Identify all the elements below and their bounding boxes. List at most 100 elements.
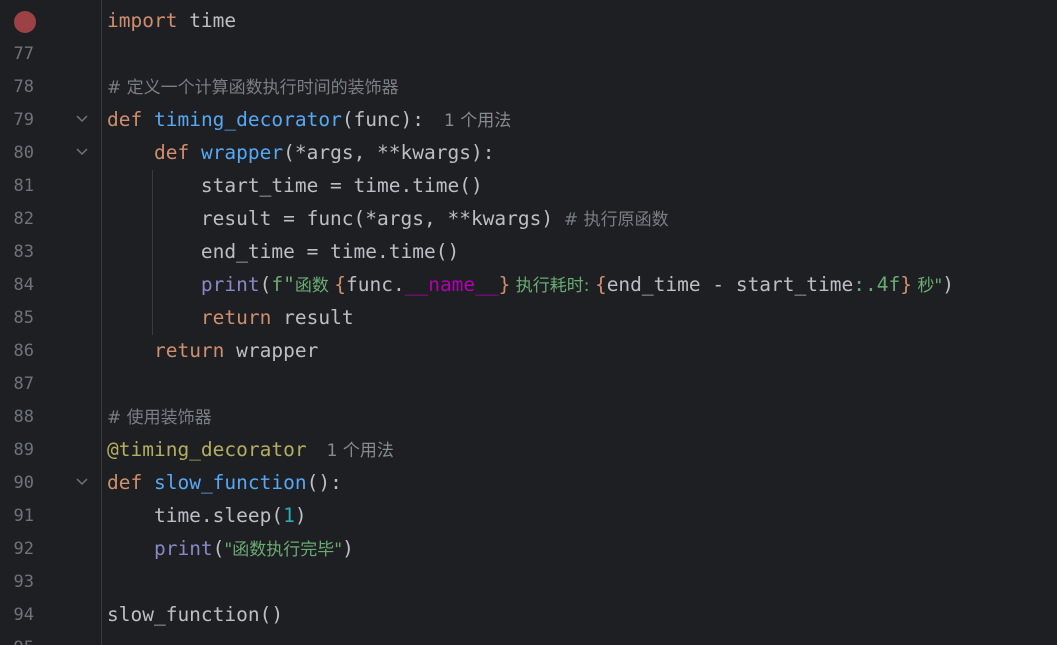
- code-line[interactable]: 77: [0, 38, 1057, 71]
- code-line[interactable]: 79 def timing_decorator(func): 1 个用法: [0, 104, 1057, 137]
- fold-chevron-icon[interactable]: [74, 474, 90, 490]
- code-text: def timing_decorator(func): 1 个用法: [107, 109, 511, 132]
- code-text: import time: [107, 10, 236, 32]
- code-text: end_time = time.time(): [107, 241, 459, 263]
- code-line[interactable]: 87: [0, 368, 1057, 401]
- dunder-name: __name__: [404, 273, 499, 296]
- line-number: 80: [13, 143, 34, 163]
- fold-chevron-icon[interactable]: [74, 111, 90, 127]
- code-text: # 定义一个计算函数执行时间的装饰器: [107, 76, 399, 99]
- keyword: def: [107, 471, 143, 494]
- code-line[interactable]: 91 time.sleep(1): [0, 500, 1057, 533]
- number-literal: 1: [283, 504, 295, 527]
- line-number: 82: [13, 209, 34, 229]
- code-rest: (func):: [341, 108, 425, 131]
- function-name: wrapper: [200, 141, 284, 164]
- line-number: 83: [13, 242, 34, 262]
- line-number: 88: [13, 407, 34, 427]
- code-statement: end_time = time.time(): [107, 240, 460, 263]
- code-statement: start_time = time.time(): [107, 174, 483, 197]
- code-text: slow_function(): [107, 604, 283, 626]
- code-line[interactable]: 78 # 定义一个计算函数执行时间的装饰器: [0, 71, 1057, 104]
- paren: ): [942, 273, 954, 296]
- code-line[interactable]: 92 print("函数执行完毕"): [0, 533, 1057, 566]
- comment: # 定义一个计算函数执行时间的装饰器: [107, 78, 399, 98]
- paren: ): [342, 537, 354, 560]
- line-number: 81: [13, 176, 34, 196]
- code-line[interactable]: 83 end_time = time.time(): [0, 236, 1057, 269]
- code-rest: (*args, **kwargs):: [283, 141, 495, 164]
- line-number: 87: [13, 374, 34, 394]
- code-text: start_time = time.time(): [107, 175, 483, 197]
- comment: # 执行原函数: [553, 210, 669, 230]
- line-number: 85: [13, 308, 34, 328]
- function-name: slow_function: [153, 471, 307, 494]
- code-rest: ():: [306, 471, 342, 494]
- paren: (: [259, 273, 272, 296]
- code-text: time.sleep(1): [107, 505, 307, 527]
- function-name: timing_decorator: [153, 108, 342, 131]
- line-number: 89: [13, 440, 34, 460]
- code-text: def slow_function():: [107, 472, 342, 494]
- code-line[interactable]: 80 def wrapper(*args, **kwargs):: [0, 137, 1057, 170]
- code-editor[interactable]: import time 77 78 # 定义一个计算函数执行时间的装饰器 79 …: [0, 0, 1057, 645]
- line-number: 94: [13, 605, 34, 625]
- code-line[interactable]: 93: [0, 566, 1057, 599]
- code-line[interactable]: import time: [0, 5, 1057, 38]
- string-part: 秒": [911, 276, 943, 296]
- code-text: print("函数执行完毕"): [107, 538, 354, 561]
- line-number: 91: [13, 506, 34, 526]
- fstring-prefix: f": [271, 273, 295, 296]
- code-rest: wrapper: [224, 339, 319, 362]
- code-text: @timing_decorator 1 个用法: [107, 439, 394, 462]
- fstring-brace: {: [594, 273, 607, 296]
- code-line[interactable]: 88 # 使用装饰器: [0, 401, 1057, 434]
- code-text: def wrapper(*args, **kwargs):: [107, 141, 495, 164]
- code-line[interactable]: 85 return result: [0, 302, 1057, 335]
- code-line[interactable]: 84 print(f"函数 {func.__name__} 执行耗时: {end…: [0, 269, 1057, 302]
- code-rest: result: [271, 306, 354, 329]
- usage-hint[interactable]: 1 个用法: [327, 441, 394, 461]
- format-spec: :.4f: [853, 273, 901, 296]
- line-number: 92: [13, 539, 34, 559]
- code-line[interactable]: 95: [0, 632, 1057, 645]
- keyword: return: [200, 306, 272, 329]
- keyword: def: [107, 108, 143, 131]
- code-text: return wrapper: [107, 340, 318, 362]
- code-statement: result = func(*args, **kwargs): [107, 207, 554, 230]
- line-number: 78: [13, 77, 34, 97]
- code-statement: time.sleep(: [107, 504, 284, 527]
- code-line[interactable]: 81 start_time = time.time(): [0, 170, 1057, 203]
- keyword: def: [153, 141, 190, 164]
- string-literal: "函数执行完毕": [224, 540, 343, 560]
- breakpoint-icon[interactable]: [14, 11, 36, 33]
- fold-chevron-icon[interactable]: [74, 144, 90, 160]
- line-number: 79: [13, 110, 34, 130]
- fstring-expr: end_time - start_time: [606, 273, 854, 296]
- code-line[interactable]: 94 slow_function(): [0, 599, 1057, 632]
- line-number: 86: [13, 341, 34, 361]
- string-part: 执行耗时:: [510, 276, 595, 296]
- code-text: # 使用装饰器: [107, 406, 212, 429]
- line-number: 77: [13, 44, 34, 64]
- line-number: 95: [0, 638, 34, 645]
- code-statement: slow_function(): [107, 603, 284, 626]
- line-number: 93: [13, 572, 34, 592]
- code-line[interactable]: 82 result = func(*args, **kwargs) # 执行原函…: [0, 203, 1057, 236]
- code-text: print(f"函数 {func.__name__} 执行耗时: {end_ti…: [107, 274, 954, 297]
- usage-hint[interactable]: 1 个用法: [444, 111, 511, 131]
- code-line[interactable]: 89 @timing_decorator 1 个用法: [0, 434, 1057, 467]
- fstring-brace: }: [900, 273, 912, 296]
- code-rest: time: [177, 9, 237, 32]
- builtin-print: print: [153, 537, 213, 560]
- decorator: @timing_decorator: [107, 438, 307, 461]
- code-line[interactable]: 90 def slow_function():: [0, 467, 1057, 500]
- code-line[interactable]: 86 return wrapper: [0, 335, 1057, 368]
